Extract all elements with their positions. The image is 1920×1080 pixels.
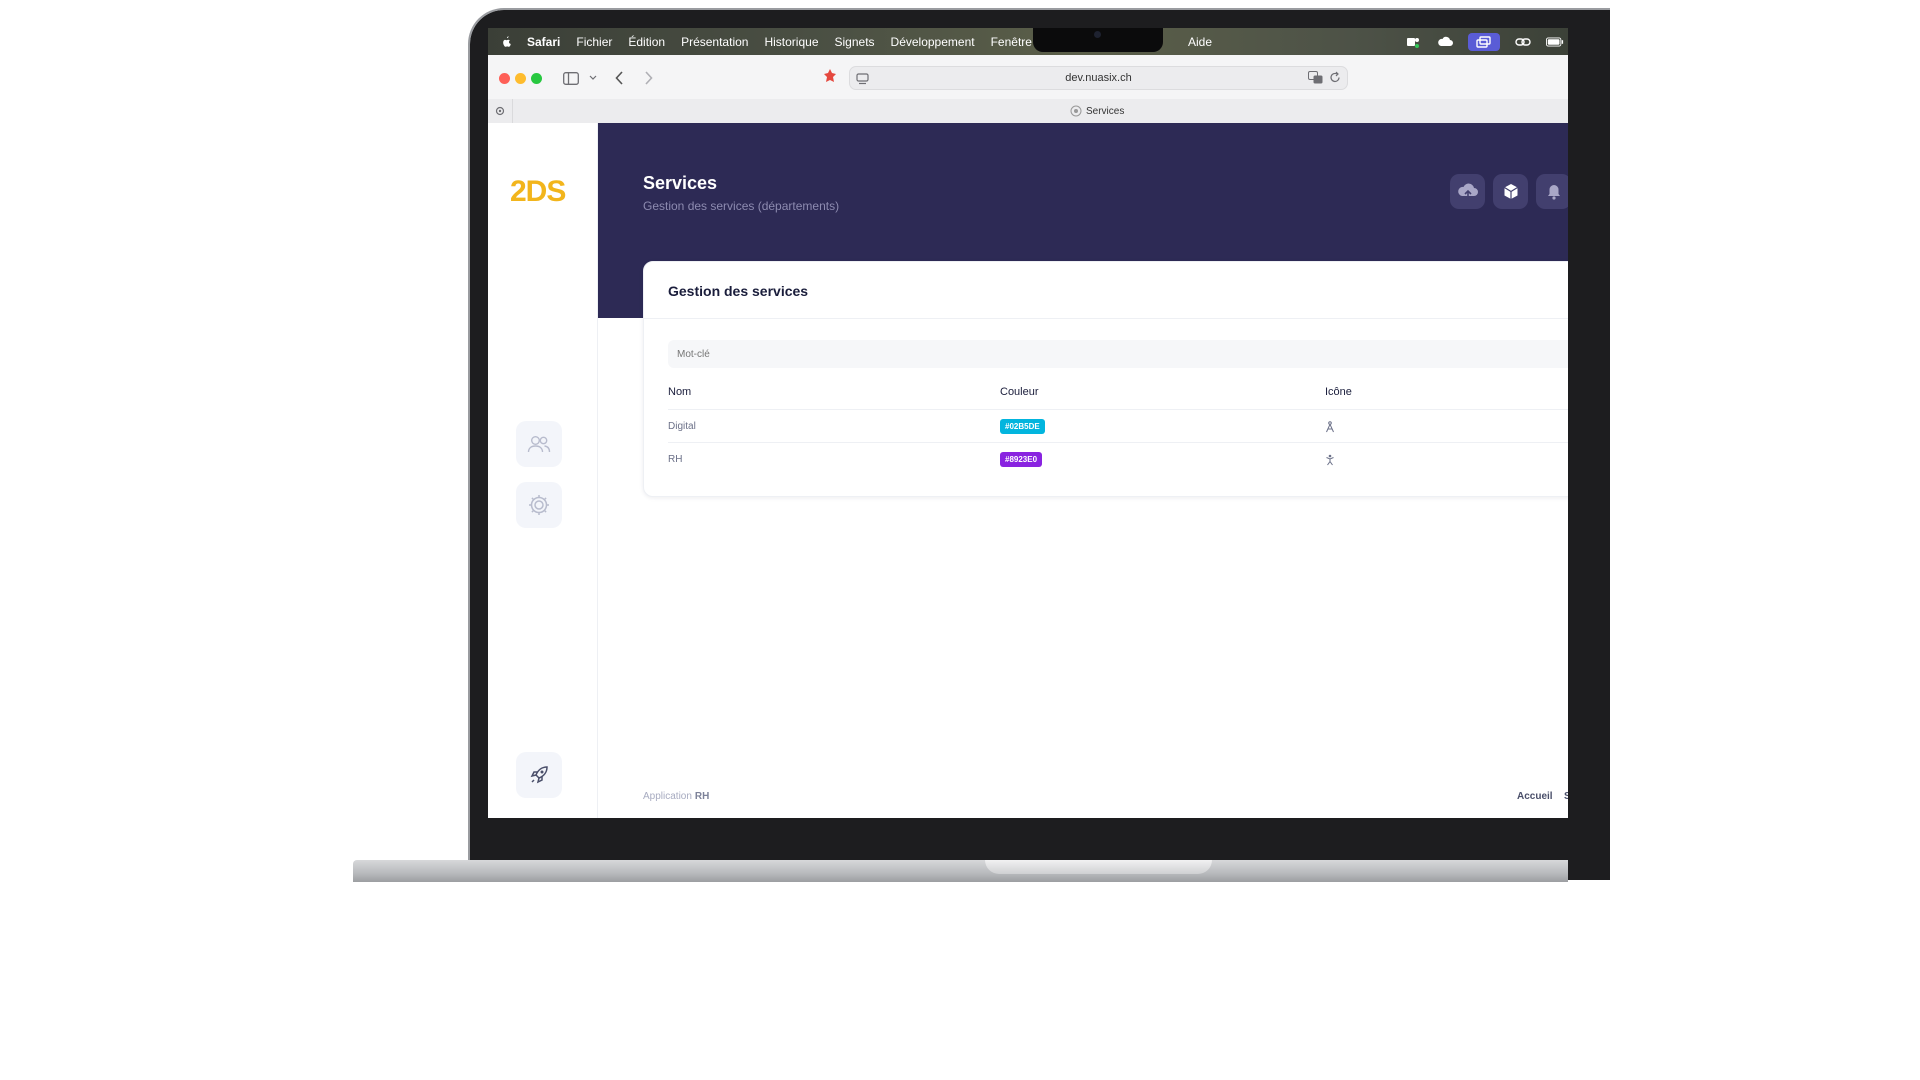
- close-window-button[interactable]: [499, 73, 510, 84]
- screen: Safari Fichier Édition Présentation Hist…: [488, 28, 1568, 818]
- modules-button[interactable]: [1493, 174, 1528, 209]
- translate-icon[interactable]: [1308, 70, 1323, 92]
- cloud-upload-icon: [1457, 183, 1478, 200]
- tab-services[interactable]: Services: [1070, 105, 1124, 117]
- service-name[interactable]: RH: [668, 454, 682, 465]
- screen-mirroring-icon[interactable]: [1468, 32, 1500, 51]
- battery-icon[interactable]: [1546, 35, 1564, 49]
- app-sidebar: 2DS: [488, 123, 598, 818]
- gear-icon: [529, 495, 549, 515]
- menu-bar: Safari Fichier Édition Présentation Hist…: [488, 28, 1568, 55]
- color-badge: #02B5DE: [1000, 419, 1045, 434]
- reload-icon[interactable]: [1329, 70, 1341, 92]
- cube-icon: [1503, 184, 1518, 199]
- menu-presentation[interactable]: Présentation: [681, 35, 748, 49]
- menu-app-name[interactable]: Safari: [527, 35, 560, 49]
- maximize-window-button[interactable]: [531, 73, 542, 84]
- service-name[interactable]: Digital: [668, 421, 696, 432]
- address-actions: [1308, 70, 1341, 92]
- footer-app-name: RH: [694, 791, 710, 802]
- address-bar[interactable]: dev.nuasix.ch: [849, 66, 1348, 90]
- tab-label: Services: [1086, 105, 1125, 117]
- forward-icon[interactable]: [644, 69, 653, 87]
- link-icon[interactable]: [1514, 35, 1532, 49]
- divider: [668, 442, 1568, 443]
- page-title: Services: [643, 173, 718, 193]
- color-badge: #8923E0: [1000, 452, 1043, 467]
- upload-button[interactable]: [1450, 174, 1485, 209]
- teams-icon[interactable]: [1404, 35, 1422, 49]
- cloud-icon[interactable]: [1436, 35, 1454, 49]
- laptop-base-notch: [985, 860, 1212, 874]
- browser-toolbar: dev.nuasix.ch: [488, 55, 1568, 100]
- column-header-icone[interactable]: Icône: [1325, 386, 1352, 398]
- apple-icon[interactable]: [499, 35, 513, 49]
- menu-edition[interactable]: Édition: [628, 35, 665, 49]
- url-text: dev.nuasix.ch: [1065, 72, 1132, 84]
- footer-home-link[interactable]: Accueil: [1517, 791, 1553, 802]
- users-icon: [527, 436, 551, 453]
- page-settings-icon[interactable]: [856, 71, 869, 93]
- users-nav-button[interactable]: [516, 421, 562, 467]
- page-subtitle: Gestion des services (départements): [643, 199, 840, 213]
- menu-signets[interactable]: Signets: [835, 35, 875, 49]
- card-title: Gestion des services: [668, 283, 809, 299]
- person-icon: [1325, 453, 1335, 471]
- extension-icon[interactable]: [822, 68, 838, 89]
- logo[interactable]: 2DS: [510, 175, 566, 209]
- minimize-window-button[interactable]: [515, 73, 526, 84]
- column-header-nom[interactable]: Nom: [668, 386, 691, 398]
- notifications-button[interactable]: [1536, 174, 1568, 209]
- launch-nav-button[interactable]: [516, 752, 562, 798]
- footer-application-text: Application: [643, 791, 692, 802]
- sidebar-toggle-icon[interactable]: [563, 69, 579, 87]
- divider: [644, 318, 1568, 319]
- back-icon[interactable]: [615, 69, 624, 87]
- menu-aide[interactable]: Aide: [1188, 35, 1212, 49]
- compass-icon: [1325, 420, 1335, 438]
- footer-app-label: Application RH: [643, 791, 709, 802]
- app-content: 2DS Services Gestion des services (dépar…: [488, 123, 1568, 818]
- chevron-down-icon[interactable]: [589, 69, 597, 87]
- rocket-icon: [530, 766, 548, 784]
- menu-developpement[interactable]: Développement: [891, 35, 975, 49]
- tab-favicon-icon: [1070, 105, 1082, 117]
- settings-nav-button[interactable]: [516, 482, 562, 528]
- camera-notch: [1033, 28, 1163, 52]
- menu-fenetre[interactable]: Fenêtre: [991, 35, 1032, 49]
- laptop-base: [353, 860, 1568, 882]
- footer-link-cut[interactable]: S: [1564, 791, 1568, 802]
- menu-fichier[interactable]: Fichier: [576, 35, 612, 49]
- logo-text: 2DS: [510, 175, 566, 208]
- status-icons: [1404, 28, 1568, 55]
- tab-bar: Services: [488, 99, 1568, 124]
- camera-icon: [1094, 31, 1101, 38]
- bell-icon: [1547, 184, 1560, 200]
- keyword-search-input[interactable]: [668, 340, 1568, 368]
- pinned-tab-icon[interactable]: [488, 99, 513, 123]
- services-card: Gestion des services Nom Couleur Icône D…: [643, 261, 1568, 497]
- menu-historique[interactable]: Historique: [764, 35, 818, 49]
- column-header-couleur[interactable]: Couleur: [1000, 386, 1039, 398]
- divider: [668, 409, 1568, 410]
